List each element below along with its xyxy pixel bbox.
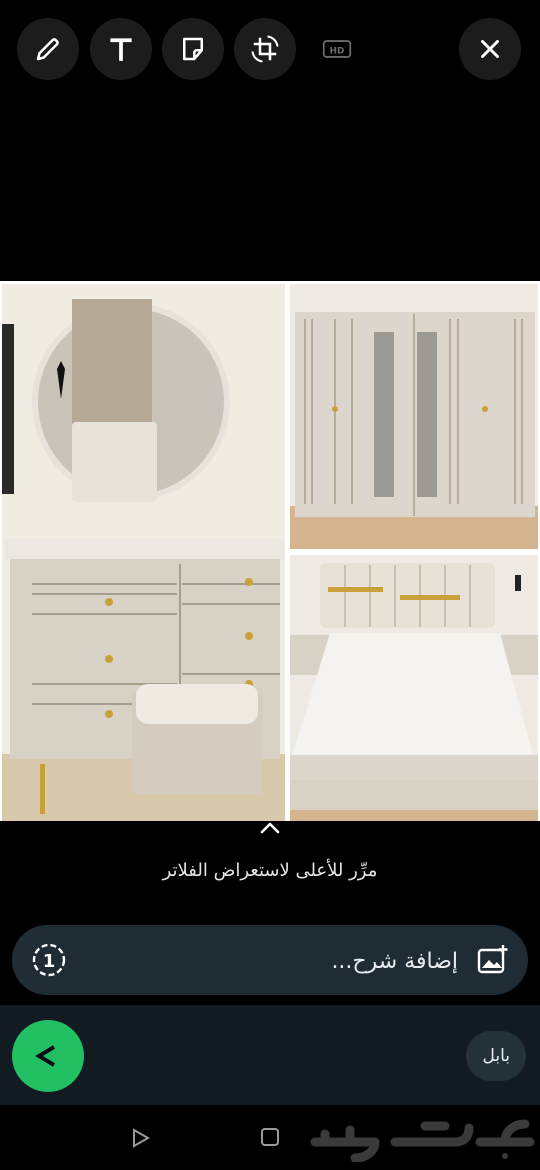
image-preview[interactable] — [0, 281, 540, 821]
chevron-up-icon[interactable] — [256, 818, 284, 838]
text-icon — [110, 38, 132, 61]
bed-photo — [290, 555, 538, 821]
hd-button[interactable]: HD — [306, 18, 368, 80]
gallery-icon[interactable] — [476, 943, 510, 977]
wardrobe-photo — [290, 284, 538, 549]
caption-input[interactable] — [98, 941, 458, 981]
sticker-button[interactable] — [162, 18, 224, 80]
crop-rotate-icon — [251, 35, 279, 63]
close-button[interactable] — [459, 18, 521, 80]
nav-home-icon[interactable] — [260, 1127, 280, 1147]
send-icon — [35, 1045, 56, 1067]
filters-hint: مرِّر للأعلى لاستعراض الفلاتر — [162, 860, 378, 881]
sticker-icon — [183, 37, 203, 61]
nav-back-icon[interactable] — [130, 1127, 152, 1149]
caption-bar: 1 — [12, 925, 528, 995]
crop-rotate-button[interactable] — [234, 18, 296, 80]
recipient-bar: بابل — [0, 1005, 540, 1105]
pencil-icon — [36, 38, 59, 61]
close-icon — [481, 40, 499, 58]
svg-text:1: 1 — [43, 951, 56, 972]
pencil-button[interactable] — [17, 18, 79, 80]
hd-label: HD — [330, 46, 345, 56]
view-once-icon[interactable]: 1 — [30, 941, 68, 979]
haraj-watermark-logo — [310, 1119, 535, 1162]
hd-icon: HD — [322, 40, 352, 58]
recipient-chip[interactable]: بابل — [466, 1031, 526, 1081]
send-button[interactable] — [12, 1020, 84, 1092]
dresser-photo — [2, 284, 285, 821]
text-button[interactable] — [90, 18, 152, 80]
